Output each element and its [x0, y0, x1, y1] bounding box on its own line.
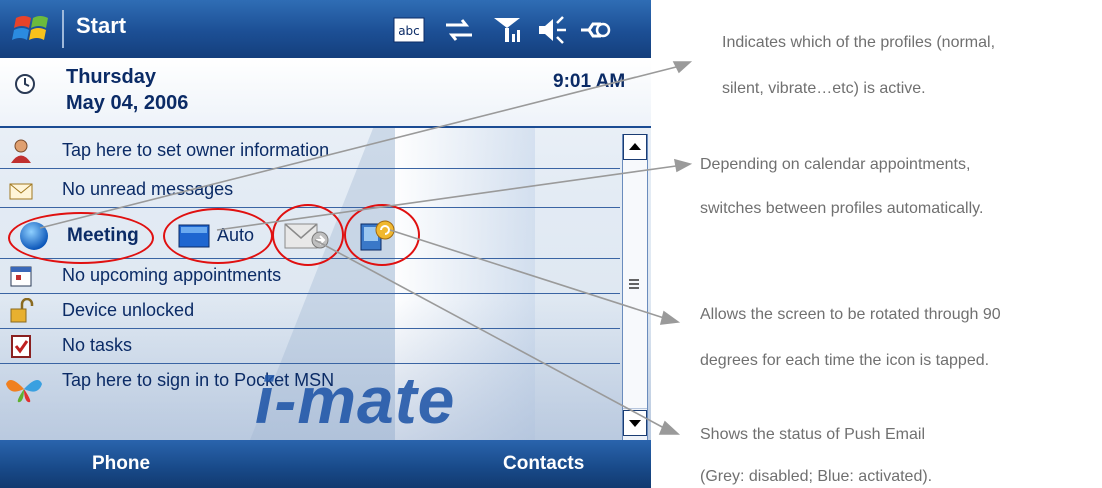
scroll-up-button[interactable]: [623, 134, 647, 160]
unlocked-padlock-icon: [10, 298, 34, 323]
email-note-line1: Shows the status of Push Email: [700, 426, 925, 443]
profile-arrowhead: [672, 61, 693, 74]
scrollbar[interactable]: [622, 134, 648, 440]
owner-info-row[interactable]: Tap here to set owner information: [0, 134, 620, 169]
owner-info-label: Tap here to set owner information: [62, 140, 330, 160]
envelope-icon: [9, 183, 33, 200]
title-separator: [62, 10, 64, 48]
rotate-callout-oval: [344, 204, 420, 266]
scroll-down-button[interactable]: [623, 410, 647, 436]
start-menu-title[interactable]: Start: [76, 13, 126, 39]
softkey-bar: Phone Contacts: [0, 440, 651, 488]
email-note-line2: (Grey: disabled; Blue: activated).: [700, 468, 933, 485]
contacts-softkey[interactable]: Contacts: [503, 453, 584, 475]
profile-note-line1: Indicates which of the profiles (normal,: [722, 34, 996, 51]
tasks-label: No tasks: [62, 335, 133, 355]
pda-screen: Start abc Thursday May 04, 2006 9:01 AM …: [0, 0, 651, 488]
tasks-checkbox-icon: [11, 335, 31, 358]
appointments-label: No upcoming appointments: [62, 265, 282, 285]
auto-arrowhead: [673, 158, 693, 173]
svg-text:abc: abc: [398, 24, 420, 38]
email-arrowhead: [658, 420, 681, 435]
rotate-note-line2: degrees for each time the icon is tapped…: [700, 352, 990, 369]
title-bar: Start abc: [0, 0, 651, 58]
auto-callout-oval: [163, 208, 273, 264]
date-label: May 04, 2006: [66, 92, 189, 114]
imate-logo: i-mate: [255, 363, 456, 437]
speaker-icon[interactable]: [535, 14, 569, 46]
tasks-row[interactable]: No tasks: [0, 329, 620, 364]
messages-label: No unread messages: [62, 179, 234, 199]
email-callout-oval: [272, 204, 344, 266]
device-lock-label: Device unlocked: [62, 300, 195, 320]
signal-icon[interactable]: [490, 14, 524, 46]
profile-callout-oval: [8, 212, 154, 264]
device-lock-row[interactable]: Device unlocked: [0, 294, 620, 329]
calendar-icon: [10, 266, 32, 287]
msn-butterfly-icon: [6, 380, 42, 403]
clock-icon: [15, 74, 35, 94]
arrow-up-icon: [629, 143, 641, 150]
rotate-note-line1: Allows the screen to be rotated through …: [700, 306, 1001, 323]
grip-icon: [629, 279, 639, 289]
day-label: Thursday: [66, 66, 157, 88]
auto-note-line1: Depending on calendar appointments,: [700, 156, 971, 173]
windows-start-icon[interactable]: [12, 12, 52, 46]
date-time-panel[interactable]: Thursday May 04, 2006 9:01 AM: [0, 58, 651, 128]
profile-note-line2: silent, vibrate…etc) is active.: [722, 80, 926, 97]
auto-note-line2: switches between profiles automatically.: [700, 200, 984, 217]
connectivity-icon[interactable]: [577, 14, 611, 46]
messages-row[interactable]: No unread messages: [0, 173, 620, 208]
sync-icon[interactable]: [442, 14, 476, 46]
arrow-down-icon: [629, 420, 641, 427]
abc-input-icon[interactable]: abc: [392, 14, 426, 46]
owner-person-icon: [11, 139, 31, 163]
scroll-thumb[interactable]: [623, 160, 647, 409]
time-label: 9:01 AM: [553, 71, 626, 92]
phone-softkey[interactable]: Phone: [92, 453, 150, 475]
rotate-arrowhead: [659, 310, 681, 325]
